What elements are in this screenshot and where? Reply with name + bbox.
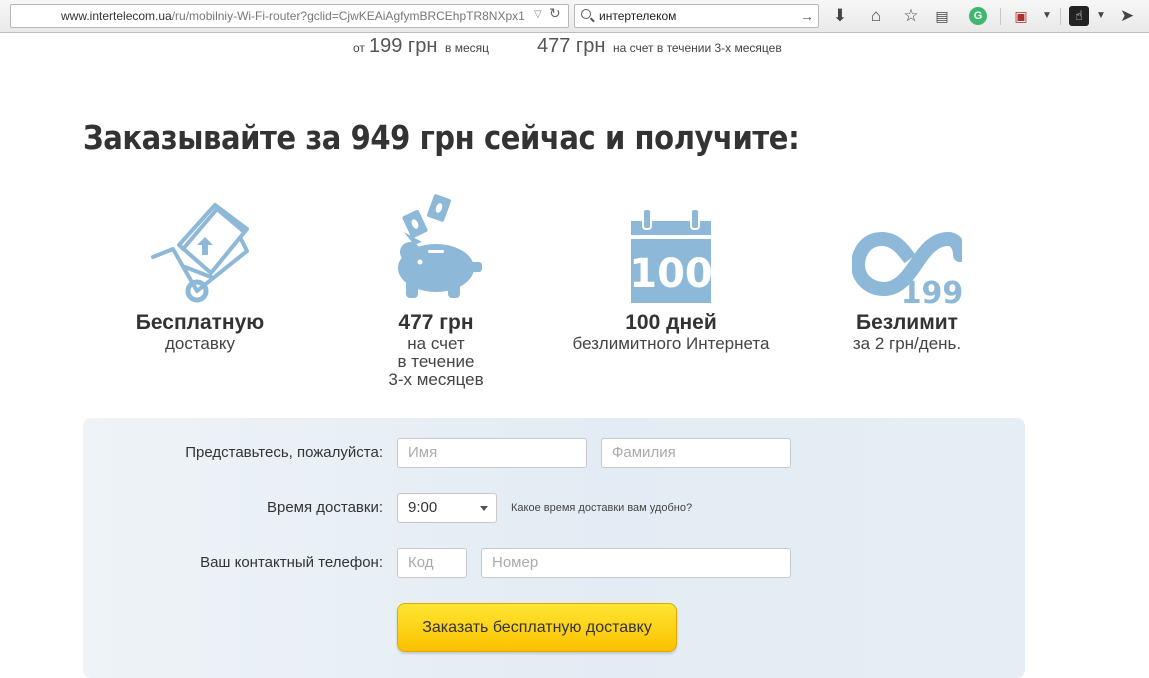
chevron-down-icon xyxy=(480,506,488,511)
price-right-amount: 477 грн xyxy=(537,35,606,57)
toolbar-separator xyxy=(1000,8,1001,25)
feature-subtitle: 3-х месяцев xyxy=(388,370,484,389)
grammarly-icon[interactable]: G xyxy=(969,7,987,25)
price-left-amount: 199 грн xyxy=(369,35,438,57)
feature-subtitle: безлимитного Интернета xyxy=(572,334,770,353)
search-bar[interactable]: интертелеком → xyxy=(574,4,819,28)
calendar-number: 100 xyxy=(629,251,713,297)
feature-title: 100 дней xyxy=(625,311,717,334)
url-history-dropdown-icon[interactable]: ▽ xyxy=(534,9,542,20)
name-label: Представьтесь, пожалуйста: xyxy=(185,444,383,461)
price-left-prefix: от xyxy=(353,41,365,55)
send-icon[interactable]: ➤ xyxy=(1117,6,1137,26)
feature-100-days: 100 100 дней безлимитного Интернета xyxy=(556,185,786,353)
first-name-input[interactable]: Имя xyxy=(397,438,587,468)
browser-toolbar: www.intertelecom.ua/ru/mobilniy-Wi-Fi-ro… xyxy=(0,0,1149,33)
extension-dropdown-icon[interactable]: ▼ xyxy=(1091,6,1111,26)
reading-list-icon[interactable]: ▤ xyxy=(932,6,952,26)
delivery-time-label: Время доставки: xyxy=(266,499,383,516)
order-form: Представьтесь, пожалуйста: Имя Фамилия В… xyxy=(83,418,1025,678)
extension-dropdown-icon[interactable]: ▼ xyxy=(1037,6,1057,26)
feature-title: 477 грн xyxy=(398,311,474,334)
url-host: www.intertelecom.ua xyxy=(61,9,172,23)
cursor-extension-icon[interactable]: ☝ xyxy=(1069,6,1089,26)
feature-title: Безлимит xyxy=(856,311,958,334)
phone-label: Ваш контактный телефон: xyxy=(200,554,383,571)
url-bar[interactable]: www.intertelecom.ua/ru/mobilniy-Wi-Fi-ro… xyxy=(10,4,569,28)
phone-code-input[interactable]: Код xyxy=(397,548,467,578)
url-path: /ru/mobilniy-Wi-Fi-router?gclid=CjwKEAiA… xyxy=(171,9,525,23)
toolbar-separator xyxy=(1060,8,1061,25)
pdf-extension-icon[interactable]: ▣ xyxy=(1011,6,1031,26)
phone-number-input[interactable]: Номер xyxy=(481,548,791,578)
delivery-time-value: 9:00 xyxy=(408,499,438,516)
search-go-arrow-icon[interactable]: → xyxy=(800,5,814,27)
delivery-cart-icon xyxy=(85,185,315,305)
feature-unlimited: 199 Безлимит за 2 грн/день. xyxy=(792,185,1022,353)
reload-icon[interactable]: ↻ xyxy=(549,5,561,22)
page-title: Заказывайте за 949 грн сейчас и получите… xyxy=(83,118,800,157)
home-icon[interactable]: ⌂ xyxy=(866,6,886,26)
feature-subtitle: на счет xyxy=(407,334,465,353)
last-name-input[interactable]: Фамилия xyxy=(601,438,791,468)
piggy-bank-icon xyxy=(321,185,551,305)
infinity-number: 199 xyxy=(901,276,962,305)
bookmark-star-icon[interactable]: ☆ xyxy=(901,6,921,26)
feature-subtitle: доставку xyxy=(164,334,236,353)
order-free-delivery-button[interactable]: Заказать бесплатную доставку xyxy=(397,603,677,652)
search-icon xyxy=(581,9,591,19)
infinity-icon: 199 xyxy=(792,185,1022,305)
delivery-time-select[interactable]: 9:00 xyxy=(397,493,497,523)
feature-subtitle: за 2 грн/день. xyxy=(852,334,962,353)
feature-subtitle: в течение xyxy=(397,352,475,371)
feature-title: Бесплатную xyxy=(135,311,265,334)
price-strip: от 199 грн в месяц 477 грн на счет в теч… xyxy=(0,35,1149,58)
price-right-suffix: на счет в течении 3-х месяцев xyxy=(613,41,782,55)
delivery-time-hint: Какое время доставки вам удобно? xyxy=(511,502,693,514)
search-query: интертелеком xyxy=(599,9,677,23)
price-left-suffix: в месяц xyxy=(445,41,490,55)
calendar-icon: 100 xyxy=(556,185,786,305)
feature-free-delivery: Бесплатную доставку xyxy=(85,185,315,353)
feature-account-bonus: 477 грн на счет в течение 3-х месяцев xyxy=(321,185,551,389)
downloads-icon[interactable]: ⬇ xyxy=(830,6,850,26)
